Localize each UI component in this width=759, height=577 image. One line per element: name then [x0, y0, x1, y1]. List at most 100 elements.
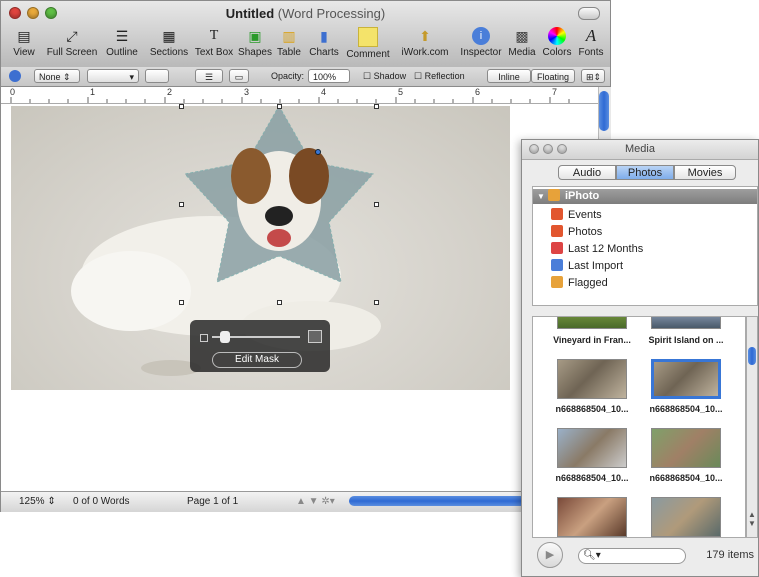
table-icon: ▥ — [282, 28, 296, 44]
colors-icon — [548, 27, 566, 45]
item-count: 179 items — [706, 549, 754, 561]
iphoto-icon — [547, 189, 560, 201]
fonts-icon: A — [585, 26, 597, 45]
selection-handle[interactable] — [179, 104, 184, 109]
shape-control-handle[interactable] — [315, 149, 321, 155]
outline-button[interactable]: ☰ Outline — [103, 27, 141, 63]
toolbar-toggle-button[interactable] — [578, 7, 600, 20]
opacity-field[interactable]: 100% — [308, 69, 350, 83]
mask-hud: Edit Mask — [190, 320, 330, 372]
fonts-button[interactable]: A Fonts — [577, 27, 605, 63]
photo-thumbnail[interactable] — [651, 497, 721, 537]
tab-movies[interactable]: Movies — [674, 165, 736, 180]
view-button[interactable]: ▤ View — [9, 27, 39, 63]
frame-button[interactable]: ▭ — [229, 69, 249, 83]
ruler-label: 3 — [244, 87, 250, 97]
arrange-button[interactable]: ⊞⇕ — [581, 69, 605, 83]
media-browser: Media Audio Photos Movies ▼ iPhoto Event… — [521, 139, 759, 577]
reflection-checkbox[interactable]: ☐ Reflection — [414, 69, 465, 83]
comment-button[interactable]: Comment — [345, 27, 391, 63]
inline-button[interactable]: Inline — [487, 69, 531, 83]
colors-button[interactable]: Colors — [541, 27, 573, 63]
horizontal-scroll-thumb[interactable] — [349, 496, 529, 506]
tab-photos[interactable]: Photos — [616, 165, 674, 180]
media-button[interactable]: ▩ Media — [507, 27, 537, 63]
outline-icon: ☰ — [115, 28, 129, 44]
source-list: ▼ iPhoto Events Photos Last 12 Months La… — [532, 186, 758, 306]
photo-label: n668868504_10... — [649, 473, 723, 483]
sections-icon: ▦ — [162, 28, 176, 44]
full-screen-button[interactable]: ⤢ Full Screen — [43, 27, 101, 63]
selection-handle[interactable] — [374, 104, 379, 109]
selection-handle[interactable] — [374, 300, 379, 305]
source-item-events[interactable]: Events — [551, 207, 602, 223]
inspector-icon: i — [472, 27, 490, 45]
selection-handle[interactable] — [277, 104, 282, 109]
slider-knob[interactable] — [220, 331, 230, 343]
styles-drawer-icon[interactable] — [9, 70, 21, 82]
photo-thumbnail[interactable] — [557, 359, 627, 399]
font-select[interactable]: ▾ — [87, 69, 139, 83]
photo-thumbnail-selected[interactable] — [651, 359, 721, 399]
ruler-label: 5 — [398, 87, 404, 97]
style-select[interactable]: None ⇕ — [34, 69, 80, 83]
photo-grid-scroll-thumb[interactable] — [748, 347, 756, 365]
zoom-button[interactable] — [557, 144, 567, 154]
table-button[interactable]: ▥ Table — [275, 27, 303, 63]
source-item-last-import[interactable]: Last Import — [551, 258, 623, 274]
text-box-button[interactable]: T Text Box — [193, 27, 235, 63]
ruler-label: 0 — [10, 87, 16, 97]
photo-thumbnail[interactable] — [557, 428, 627, 468]
selection-handle[interactable] — [374, 202, 379, 207]
source-item-flagged[interactable]: Flagged — [551, 275, 608, 291]
shapes-button[interactable]: ▣ Shapes — [238, 27, 272, 63]
full-screen-icon: ⤢ — [66, 28, 78, 44]
sections-button[interactable]: ▦ Sections — [147, 27, 191, 63]
selection-handle[interactable] — [179, 300, 184, 305]
iphoto-source[interactable]: ▼ iPhoto — [533, 189, 757, 204]
shapes-icon: ▣ — [248, 28, 262, 44]
minimize-button[interactable] — [543, 144, 553, 154]
opacity-label: Opacity: — [271, 71, 305, 81]
edit-mask-button[interactable]: Edit Mask — [212, 352, 302, 368]
media-search-field[interactable]: 🔍︎▾ — [578, 548, 686, 564]
source-item-photos[interactable]: Photos — [551, 224, 602, 240]
page-nav-icon[interactable]: ▲ ▼ ✲▾ — [296, 496, 335, 507]
photo-label: n668868504_10... — [555, 473, 629, 483]
tab-audio[interactable]: Audio — [558, 165, 616, 180]
media-icon: ▩ — [515, 28, 529, 44]
ruler-label: 1 — [90, 87, 96, 97]
color-well[interactable] — [145, 69, 169, 83]
document-canvas[interactable] — [1, 104, 598, 490]
inspector-button[interactable]: i Inspector — [459, 27, 503, 63]
calendar-icon — [551, 242, 563, 254]
title-bar: Untitled (Word Processing) ▤ View ⤢ Full S… — [1, 1, 610, 68]
window-title: Untitled (Word Processing) — [225, 6, 386, 21]
zoom-select[interactable]: 125% ⇕ — [19, 496, 56, 507]
play-button[interactable]: ▶ — [537, 542, 563, 568]
ruler-label: 6 — [475, 87, 481, 97]
charts-icon: ▮ — [320, 28, 328, 44]
vertical-scroll-thumb[interactable] — [599, 91, 609, 131]
small-image-icon — [200, 334, 208, 342]
source-item-last-12-months[interactable]: Last 12 Months — [551, 241, 643, 257]
charts-button[interactable]: ▮ Charts — [306, 27, 342, 63]
search-icon: 🔍︎▾ — [583, 550, 601, 561]
photo-thumbnail[interactable] — [651, 317, 721, 329]
wrap-button[interactable]: ☰ — [195, 69, 223, 83]
shadow-checkbox[interactable]: ☐ Shadow — [363, 69, 406, 83]
close-button[interactable] — [529, 144, 539, 154]
scroll-arrows-icon[interactable]: ▲ ▼ — [748, 510, 756, 528]
iwork-com-button[interactable]: ⬆ iWork.com — [399, 27, 451, 63]
photos-icon — [551, 225, 563, 237]
selection-handle[interactable] — [277, 300, 282, 305]
photo-thumbnail[interactable] — [557, 317, 627, 329]
selection-handle[interactable] — [179, 202, 184, 207]
iwork-com-icon: ⬆ — [419, 28, 431, 44]
photo-thumbnail[interactable] — [557, 497, 627, 537]
photo-grid[interactable]: Vineyard in Fran... Spirit Island on ...… — [532, 316, 746, 538]
text-box-icon: T — [209, 28, 219, 43]
photo-thumbnail[interactable] — [651, 428, 721, 468]
flag-icon — [551, 276, 563, 288]
floating-button[interactable]: Floating — [531, 69, 575, 83]
